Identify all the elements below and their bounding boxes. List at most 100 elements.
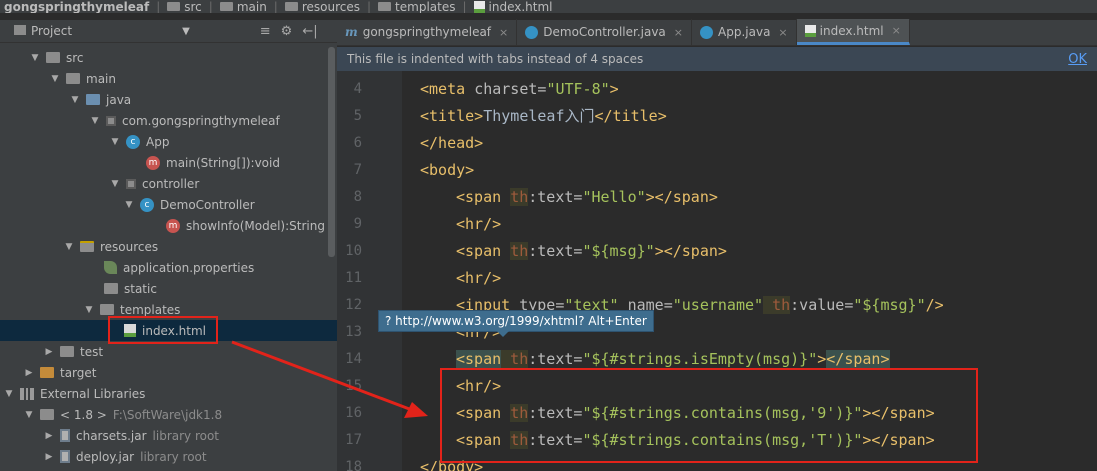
maven-icon: m (345, 25, 358, 39)
close-icon[interactable]: × (674, 26, 683, 39)
line-number: 10 (345, 243, 362, 259)
tree-item-java[interactable]: ▼ java (0, 89, 337, 110)
code-line-11: <hr/> (456, 265, 1097, 292)
tree-item-label: DemoController (160, 197, 255, 212)
breadcrumb-index-label: index.html (488, 0, 553, 13)
class-icon (700, 25, 714, 39)
tree-item-test[interactable]: ▶ test (0, 341, 337, 362)
tree-item-src[interactable]: ▼ src (0, 47, 337, 68)
code-token: charset= (474, 80, 547, 98)
editor-tabs: m gongspringthymeleaf × DemoController.jav… (337, 19, 1097, 46)
close-icon[interactable]: × (778, 26, 787, 39)
breadcrumb-item-templates[interactable]: templates (374, 0, 459, 13)
class-icon (525, 25, 539, 39)
tab-app[interactable]: App.java × (692, 19, 797, 45)
code-token: /> (925, 296, 944, 314)
expanded-arrow-icon[interactable]: ▼ (108, 179, 122, 189)
code-token: th (510, 188, 529, 206)
tree-item-controller[interactable]: ▼ controller (0, 173, 337, 194)
tree-item-external-libraries[interactable]: ▼ External Libraries (0, 383, 337, 404)
folder-icon (100, 304, 114, 315)
tree-item-hint: library root (140, 449, 207, 464)
expanded-arrow-icon[interactable]: ▼ (28, 53, 42, 63)
project-toolbar: ≡ ⚙ ←| (260, 24, 318, 39)
tree-item-label: src (66, 50, 84, 65)
method-icon: m (166, 218, 180, 233)
tab-label: App.java (718, 25, 771, 39)
tree-item-democontroller[interactable]: ▼ c DemoController (0, 194, 337, 215)
namespace-quickfix-tooltip[interactable]: ? http://www.w3.org/1999/xhtml? Alt+Ente… (378, 310, 654, 332)
tab-project-pom[interactable]: m gongspringthymeleaf × (337, 19, 518, 45)
hide-panel-icon[interactable]: ←| (302, 24, 317, 39)
tree-item-resources[interactable]: ▼ resources (0, 236, 337, 257)
tab-index-html[interactable]: index.html × (796, 19, 910, 45)
code-token: "${msg}" (582, 242, 655, 260)
close-icon[interactable]: × (892, 24, 901, 37)
expanded-arrow-icon[interactable]: ▼ (68, 95, 82, 105)
collapsed-arrow-icon[interactable]: ▶ (42, 452, 56, 462)
tab-democontroller[interactable]: DemoController.java × (517, 19, 693, 45)
expanded-arrow-icon[interactable]: ▼ (48, 74, 62, 84)
tree-item-app[interactable]: ▼ c App (0, 131, 337, 152)
tree-item-main-method[interactable]: m main(String[]):void (0, 152, 337, 173)
tree-item-showinfo[interactable]: m showInfo(Model):String (0, 215, 337, 236)
line-number: 13 (345, 324, 362, 340)
tree-item-label: main (86, 71, 116, 86)
breadcrumb-templates-label: templates (395, 0, 456, 13)
line-number: 17 (345, 432, 362, 448)
code-token: <body> (420, 161, 475, 179)
expanded-arrow-icon[interactable]: ▼ (122, 200, 136, 210)
tree-item-main[interactable]: ▼ main (0, 68, 337, 89)
line-number: 14 (345, 351, 362, 367)
tree-item-application-properties[interactable]: application.properties (0, 257, 337, 278)
tree-item-package[interactable]: ▼ com.gongspringthymeleaf (0, 110, 337, 131)
code-line-5: <title>Thymeleaf入门</title> (420, 103, 1097, 130)
breadcrumb-item-index-html[interactable]: index.html (470, 0, 557, 13)
libraries-icon (20, 387, 34, 400)
project-view-selector[interactable]: Project (14, 24, 72, 38)
gear-icon[interactable]: ⚙ (281, 24, 293, 39)
tree-item-label: controller (142, 176, 200, 191)
tree-item-label: target (60, 365, 97, 380)
breadcrumb-item-project[interactable]: gongspringthymeleaf (0, 0, 153, 13)
tree-item-deploy-jar[interactable]: ▶ deploy.jar library root (0, 446, 337, 467)
tree-item-jdk[interactable]: ▼ < 1.8 > F:\SoftWare\jdk1.8 (0, 404, 337, 425)
breadcrumb-item-resources[interactable]: resources (281, 0, 364, 13)
tree-item-label: App (146, 134, 170, 149)
expanded-arrow-icon[interactable]: ▼ (82, 305, 96, 315)
tree-item-hint: library root (152, 428, 220, 443)
code-line-8: <span th:text="Hello"></span> (456, 184, 1097, 211)
code-token: "${#strings.isEmpty(msg)}" (582, 350, 818, 368)
source-folder-icon (86, 94, 100, 105)
tree-item-static[interactable]: static (0, 278, 337, 299)
expanded-arrow-icon[interactable]: ▼ (88, 116, 102, 126)
code-token: <title> (420, 107, 484, 125)
code-token: "Hello" (582, 188, 646, 206)
collapse-all-icon[interactable]: ≡ (260, 24, 271, 39)
collapsed-arrow-icon[interactable]: ▶ (42, 347, 56, 357)
breadcrumb-item-main[interactable]: main (216, 0, 271, 13)
collapsed-arrow-icon[interactable]: ▶ (42, 431, 56, 441)
code-token: </head> (420, 134, 484, 152)
chevron-down-icon[interactable]: ▼ (182, 26, 190, 37)
line-number: 12 (345, 297, 362, 313)
method-icon: m (146, 155, 160, 170)
breadcrumb-item-src[interactable]: src (163, 0, 206, 13)
jar-icon (60, 429, 70, 442)
collapsed-arrow-icon[interactable]: ▶ (22, 368, 36, 378)
tooltip-text: ? http://www.w3.org/1999/xhtml? Alt+Ente… (385, 314, 647, 328)
tree-scrollbar[interactable] (328, 47, 335, 257)
tree-item-target[interactable]: ▶ target (0, 362, 337, 383)
code-line-6: </head> (420, 130, 1097, 157)
close-icon[interactable]: × (499, 26, 508, 39)
tree-item-charsets-jar[interactable]: ▶ charsets.jar library root (0, 425, 337, 446)
expanded-arrow-icon[interactable]: ▼ (2, 389, 16, 399)
code-token: "username" (672, 296, 764, 314)
expanded-arrow-icon[interactable]: ▼ (62, 242, 76, 252)
code-token: :text= (528, 242, 583, 260)
ok-link[interactable]: OK (1068, 52, 1087, 67)
expanded-arrow-icon[interactable]: ▼ (108, 137, 122, 147)
breadcrumb: gongspringthymeleaf | src | main | resou… (0, 0, 1097, 13)
expanded-arrow-icon[interactable]: ▼ (22, 410, 36, 420)
html-file-icon (473, 0, 485, 13)
